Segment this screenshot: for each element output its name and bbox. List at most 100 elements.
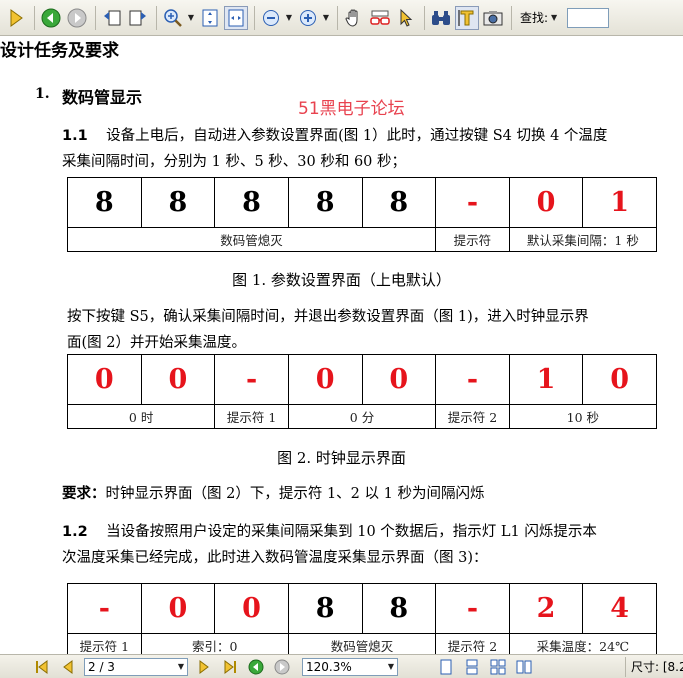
heading-text: 数码管显示 bbox=[62, 88, 143, 107]
segment-digit: 8 bbox=[361, 583, 437, 634]
two-page-view-icon[interactable] bbox=[514, 657, 534, 677]
chevron-down-icon: ▼ bbox=[387, 662, 394, 671]
paragraph-1-2: 1.2 当设备按照用户设定的采集间隔采集到 10 个数据后，指示灯 L1 闪烁提… bbox=[62, 519, 597, 571]
watermark-text: 51黑电子论坛 bbox=[298, 99, 405, 119]
zoom-icon[interactable] bbox=[161, 6, 185, 30]
segment-table-1: 8 8 8 8 8-0 1 数码管熄灭 提示符 默认采集间隔：1 秒 bbox=[66, 177, 658, 252]
paragraph-line: 次温度采集已经完成，此时进入数码管温度采集显示界面（图 3)： bbox=[62, 550, 488, 566]
segment-label: 提示符 2 bbox=[435, 404, 510, 429]
single-page-view-icon[interactable] bbox=[436, 657, 456, 677]
toolbar-separator bbox=[337, 5, 338, 30]
segment-table-3: -0 0 8 8-2 4 提示符 1 索引：0 数码管熄灭 提示符 2 采集温度：24℃ bbox=[67, 583, 658, 654]
requirement-paragraph: 要求：时钟显示界面（图 2）下，提示符 1、2 以 1 秒为间隔闪烁 bbox=[62, 481, 484, 507]
binoculars-icon[interactable] bbox=[429, 6, 453, 30]
status-bar: 2 / 3 ▼ 120.3% ▼ 尺寸: [8.2 bbox=[0, 654, 683, 678]
history-back-icon[interactable] bbox=[246, 657, 266, 677]
segment-digit: 0 bbox=[287, 354, 363, 405]
segment-digit: 0 bbox=[582, 354, 657, 405]
heading-number: 1. bbox=[35, 86, 50, 102]
segment-label: 提示符 bbox=[435, 227, 510, 252]
previous-page-icon[interactable] bbox=[58, 657, 78, 677]
segment-label: 数码管熄灭 bbox=[287, 633, 437, 654]
zoom-value: 120.3% bbox=[306, 659, 352, 674]
first-page-icon[interactable] bbox=[32, 657, 52, 677]
history-forward-icon[interactable] bbox=[272, 657, 292, 677]
page-number-value: 2 / 3 bbox=[88, 659, 115, 674]
segment-digit: - bbox=[435, 354, 510, 405]
segment-label: 10 秒 bbox=[508, 404, 658, 429]
page-back-icon[interactable] bbox=[100, 6, 124, 30]
segment-label: 提示符 1 bbox=[214, 404, 289, 429]
segment-table-2: 00-00-100 时提示符 10 分提示符 2 10 秒 bbox=[66, 354, 658, 429]
forward-icon[interactable] bbox=[65, 6, 89, 30]
figure-caption-1: 图 1. 参数设置界面（上电默认） bbox=[232, 271, 451, 289]
segment-digit: 1 bbox=[508, 354, 584, 405]
segment-label: 0 时 bbox=[66, 404, 216, 429]
zoom-in-dropdown-icon[interactable]: ▼ bbox=[322, 13, 330, 22]
paragraph-line: 按下按键 S5，确认采集间隔时间，并退出参数设置界面（图 1)，进入时钟显示界 bbox=[67, 309, 589, 325]
find-dropdown-icon[interactable]: ▼ bbox=[550, 13, 558, 22]
toolbar-separator bbox=[424, 5, 425, 30]
paragraph-number: 1.2 bbox=[62, 524, 88, 540]
segment-digit: 0 bbox=[508, 177, 584, 228]
hand-icon[interactable] bbox=[342, 6, 366, 30]
zoom-select[interactable]: 120.3% ▼ bbox=[302, 657, 398, 676]
segment-label: 默认采集间隔：1 秒 bbox=[508, 227, 658, 252]
figure-caption-2: 图 2. 时钟显示界面 bbox=[277, 449, 406, 467]
chevron-down-icon: ▼ bbox=[177, 662, 184, 671]
toolbar-separator bbox=[34, 5, 35, 30]
paragraph-line: 面(图 2）并开始采集温度。 bbox=[67, 335, 246, 351]
segment-digit: 0 bbox=[140, 583, 216, 634]
zoom-out-icon[interactable] bbox=[259, 6, 283, 30]
next-page-icon[interactable] bbox=[194, 657, 214, 677]
paragraph-line: 当设备按照用户设定的采集间隔采集到 10 个数据后，指示灯 L1 闪烁提示本 bbox=[106, 524, 597, 540]
requirement-text: 时钟显示界面（图 2）下，提示符 1、2 以 1 秒为间隔闪烁 bbox=[105, 486, 485, 502]
toolbar: ▼ ▼ ▼ 查找: ▼ bbox=[0, 0, 683, 36]
toolbar-separator bbox=[95, 5, 96, 30]
page-size-label: 尺寸: [8.2 bbox=[625, 656, 683, 677]
paragraph-line: 设备上电后，自动进入参数设置界面(图 1）此时，通过按键 S4 切换 4 个温度 bbox=[106, 128, 608, 144]
segment-digit: 8 bbox=[140, 177, 216, 228]
segment-label: 索引：0 bbox=[140, 633, 289, 654]
segment-digit: 0 bbox=[140, 354, 216, 405]
last-page-icon[interactable] bbox=[220, 657, 240, 677]
play-icon[interactable] bbox=[4, 6, 28, 30]
find-label: 查找: bbox=[520, 11, 549, 25]
toolbar-separator bbox=[156, 5, 157, 30]
zoom-in-icon[interactable] bbox=[296, 6, 320, 30]
segment-digit: - bbox=[435, 583, 510, 634]
fit-page-icon[interactable] bbox=[198, 6, 222, 30]
glasses-icon[interactable] bbox=[368, 6, 392, 30]
segment-digit: - bbox=[214, 354, 289, 405]
segment-digit: 8 bbox=[361, 177, 437, 228]
paragraph-number: 1.1 bbox=[62, 128, 88, 144]
segment-digit: 0 bbox=[361, 354, 437, 405]
paragraph-2: 按下按键 S5，确认采集间隔时间，并退出参数设置界面（图 1)，进入时钟显示界 … bbox=[67, 304, 589, 356]
arrow-cursor-icon[interactable] bbox=[394, 6, 418, 30]
camera-icon[interactable] bbox=[481, 6, 505, 30]
fit-width-icon[interactable] bbox=[224, 5, 248, 30]
segment-label: 提示符 2 bbox=[435, 633, 510, 654]
segment-digit: 8 bbox=[287, 583, 363, 634]
segment-label: 0 分 bbox=[287, 404, 437, 429]
paragraph-1-1: 1.1 设备上电后，自动进入参数设置界面(图 1）此时，通过按键 S4 切换 4… bbox=[62, 123, 607, 175]
facing-view-icon[interactable] bbox=[488, 657, 508, 677]
zoom-out-dropdown-icon[interactable]: ▼ bbox=[285, 13, 293, 22]
segment-digit: 1 bbox=[582, 177, 657, 228]
segment-digit: 4 bbox=[582, 583, 657, 634]
zoom-dropdown-icon[interactable]: ▼ bbox=[187, 13, 195, 22]
segment-digit: 0 bbox=[214, 583, 289, 634]
toolbar-separator bbox=[254, 5, 255, 30]
continuous-view-icon[interactable] bbox=[462, 657, 482, 677]
text-select-icon[interactable] bbox=[455, 5, 479, 30]
segment-digit: - bbox=[67, 583, 142, 634]
page-number-select[interactable]: 2 / 3 ▼ bbox=[84, 657, 188, 676]
segment-digit: - bbox=[435, 177, 510, 228]
toolbar-separator bbox=[511, 5, 512, 30]
section-title: 设计任务及要求 bbox=[0, 41, 119, 61]
segment-label: 数码管熄灭 bbox=[66, 227, 437, 252]
find-input[interactable] bbox=[567, 7, 610, 28]
back-icon[interactable] bbox=[39, 6, 63, 30]
document-view[interactable]: 设计任务及要求 1. 数码管显示 51黑电子论坛 1.1 设备上电后，自动进入参… bbox=[0, 36, 683, 654]
page-forward-icon[interactable] bbox=[126, 6, 150, 30]
